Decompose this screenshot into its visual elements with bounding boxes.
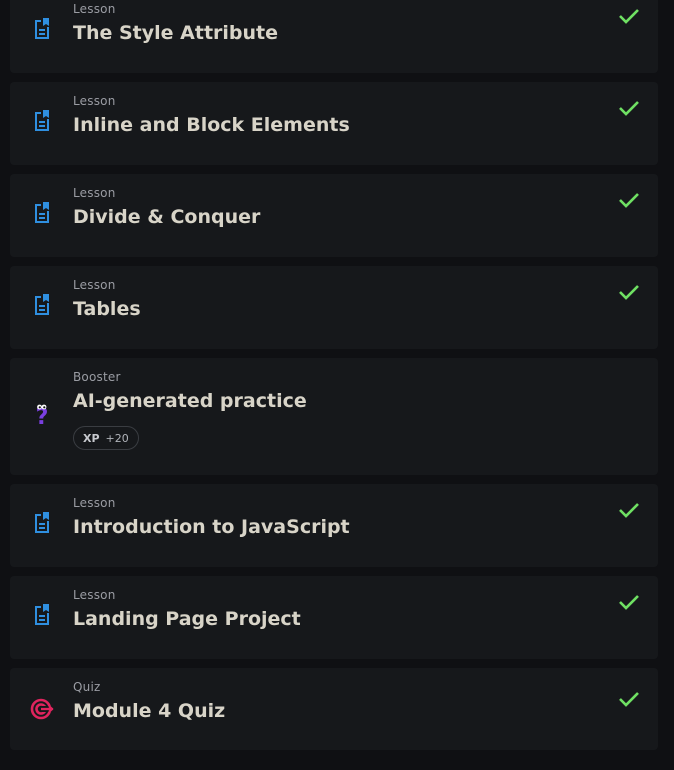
check-icon bbox=[619, 101, 639, 116]
item-title: Module 4 Quiz bbox=[73, 700, 226, 722]
lesson-doc-icon bbox=[35, 202, 49, 223]
item-title: Tables bbox=[73, 298, 141, 320]
item-kind-label: Quiz bbox=[73, 680, 101, 694]
lesson-doc-icon bbox=[35, 110, 49, 131]
lesson-card[interactable]: Lesson The Style Attribute bbox=[10, 0, 658, 73]
check-icon bbox=[619, 193, 639, 208]
item-title: Inline and Block Elements bbox=[73, 114, 350, 136]
booster-card[interactable]: ? Booster AI-generated practice XP +20 bbox=[10, 358, 658, 475]
item-title: The Style Attribute bbox=[73, 22, 279, 44]
check-icon bbox=[619, 503, 639, 518]
item-kind-label: Lesson bbox=[73, 2, 116, 16]
xp-reward-badge: XP +20 bbox=[73, 426, 139, 450]
check-icon bbox=[619, 595, 639, 610]
quiz-card[interactable]: Quiz Module 4 Quiz bbox=[10, 668, 658, 750]
module-item-list: Lesson The Style Attribute Lesson Inline… bbox=[10, 0, 658, 759]
lesson-card[interactable]: Lesson Inline and Block Elements bbox=[10, 82, 658, 165]
lesson-card[interactable]: Lesson Introduction to JavaScript bbox=[10, 484, 658, 567]
lesson-card[interactable]: Lesson Divide & Conquer bbox=[10, 174, 658, 257]
item-kind-label: Lesson bbox=[73, 588, 116, 602]
item-title: Divide & Conquer bbox=[73, 206, 261, 228]
lesson-doc-icon bbox=[35, 604, 49, 625]
item-kind-label: Booster bbox=[73, 370, 121, 384]
target-icon bbox=[30, 698, 54, 720]
item-kind-label: Lesson bbox=[73, 186, 116, 200]
xp-label: XP bbox=[83, 431, 100, 445]
lesson-card[interactable]: Lesson Tables bbox=[10, 266, 658, 349]
item-kind-label: Lesson bbox=[73, 496, 116, 510]
check-icon bbox=[619, 285, 639, 300]
lesson-doc-icon bbox=[35, 18, 49, 39]
question-mark-icon: ? bbox=[36, 404, 48, 426]
xp-value: +20 bbox=[105, 431, 129, 445]
item-title: Landing Page Project bbox=[73, 608, 301, 630]
lesson-doc-icon bbox=[35, 512, 49, 533]
check-icon bbox=[619, 9, 639, 24]
item-title: AI-generated practice bbox=[73, 390, 307, 412]
item-kind-label: Lesson bbox=[73, 94, 116, 108]
item-title: Introduction to JavaScript bbox=[73, 516, 350, 538]
lesson-card[interactable]: Lesson Landing Page Project bbox=[10, 576, 658, 659]
lesson-doc-icon bbox=[35, 294, 49, 315]
check-icon bbox=[619, 692, 639, 707]
item-kind-label: Lesson bbox=[73, 278, 116, 292]
